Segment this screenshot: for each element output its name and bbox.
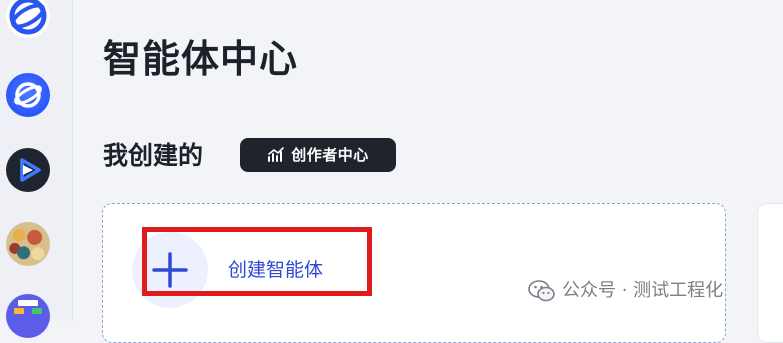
app-avatar-2[interactable] <box>6 73 50 117</box>
watermark-text: 公众号 · 测试工程化 <box>562 280 724 301</box>
plus-icon <box>152 252 188 288</box>
app-avatar-3[interactable] <box>6 148 50 192</box>
flow-logo-icon <box>14 300 42 314</box>
ring-logo-icon <box>9 0 47 35</box>
create-agent-button[interactable]: 创建智能体 <box>132 232 362 308</box>
chart-trend-icon <box>268 147 285 162</box>
app-avatar-5[interactable] <box>6 294 50 338</box>
create-agent-label: 创建智能体 <box>228 259 324 281</box>
section-title-my-created: 我创建的 <box>103 141 204 170</box>
app-sidebar <box>0 0 73 338</box>
creator-center-label: 创作者中心 <box>291 146 369 164</box>
creator-center-button[interactable]: 创作者中心 <box>240 138 396 172</box>
wechat-icon <box>528 280 555 302</box>
page-title: 智能体中心 <box>103 37 299 81</box>
agent-card-partial[interactable] <box>757 203 783 343</box>
app-avatar-1[interactable] <box>6 0 50 38</box>
play-logo-icon <box>20 158 41 182</box>
plus-circle <box>132 232 208 308</box>
watermark: 公众号 · 测试工程化 <box>528 276 723 306</box>
ring-logo-icon <box>14 82 42 108</box>
app-avatar-4[interactable] <box>6 222 50 266</box>
